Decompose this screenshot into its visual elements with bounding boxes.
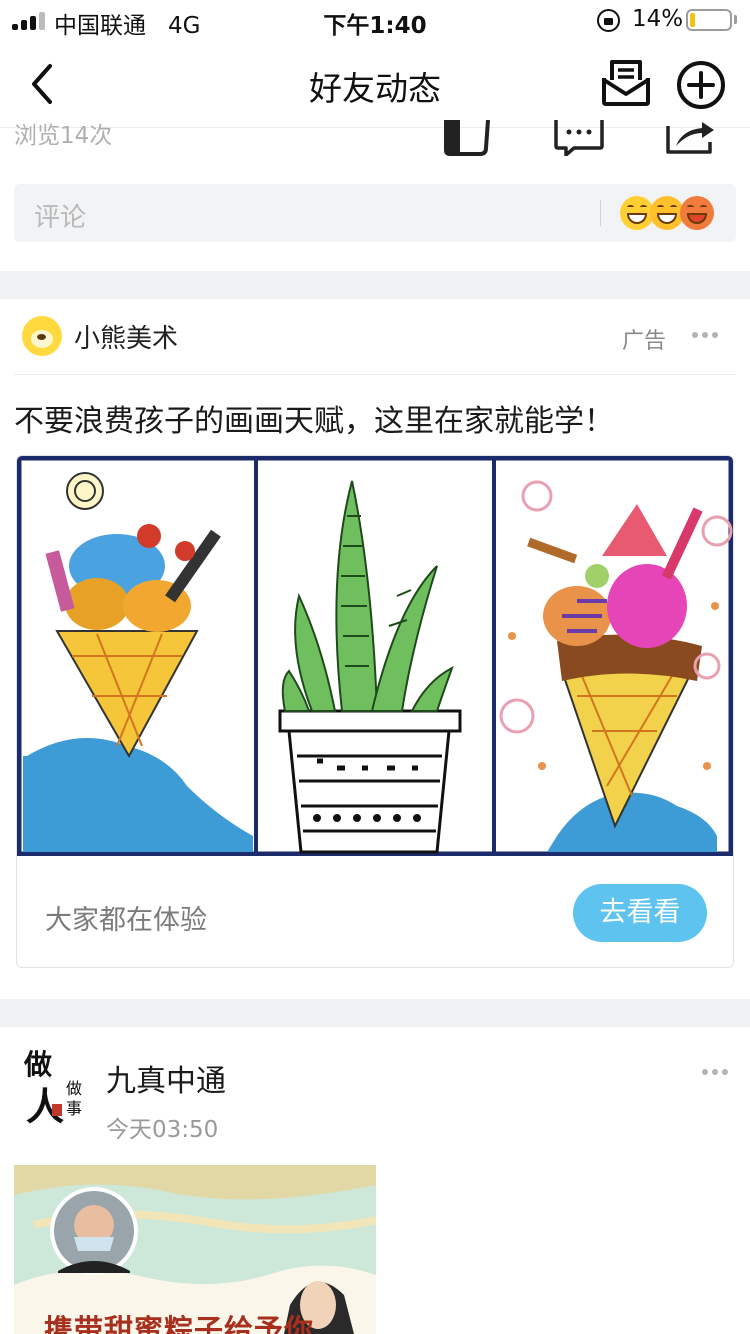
grin-emoji-icon[interactable] [620, 196, 654, 230]
ad-headline[interactable]: 不要浪费孩子的画画天赋，这里在家就能学！ [14, 396, 614, 440]
share-icon[interactable] [666, 120, 716, 156]
like-icon[interactable] [444, 120, 490, 156]
avatar-char: 做 [23, 1048, 52, 1081]
status-bar: 中国联通 4G 下午1:40 14% [0, 0, 750, 42]
add-post-button[interactable] [676, 60, 726, 110]
comment-placeholder: 评论 [34, 203, 87, 233]
comment-icon[interactable] [554, 120, 604, 156]
avatar-char: 做 [66, 1079, 82, 1098]
section-separator [0, 999, 750, 1027]
section-separator [0, 271, 750, 299]
advertiser-avatar[interactable] [22, 316, 62, 356]
advertiser-name[interactable]: 小熊美术 [74, 318, 178, 355]
post-image-caption: 携带甜蜜粽子给予你 [44, 1313, 315, 1334]
post-image[interactable]: 携带甜蜜粽子给予你 [14, 1165, 376, 1334]
ad-label: 广告 [622, 329, 667, 354]
comment-input[interactable]: 评论 [14, 184, 736, 242]
avatar-char: 事 [66, 1099, 82, 1118]
rotation-lock-icon [597, 9, 620, 32]
calligraphy-avatar-image: 做 人 做 事 [22, 1046, 86, 1129]
mail-icon [602, 60, 650, 106]
more-options-icon[interactable] [692, 331, 722, 339]
divider [14, 374, 736, 375]
nav-bar: 好友动态 [0, 42, 750, 128]
angry-emoji-icon[interactable] [680, 196, 714, 230]
add-circle-icon [677, 61, 725, 109]
battery-icon [686, 9, 732, 31]
more-options-icon[interactable] [702, 1068, 732, 1076]
ad-card[interactable]: 大家都在体验 去看看 [16, 455, 734, 968]
ad-cta-text: 大家都在体验 [45, 905, 207, 936]
ad-image-kids-drawings[interactable] [17, 456, 733, 856]
post-author-name[interactable]: 九真中通 [106, 1056, 226, 1100]
author-avatar[interactable]: 做 人 做 事 [22, 1046, 86, 1129]
battery-level-fill [690, 13, 695, 27]
divider [600, 200, 601, 226]
battery-percent: 14% [632, 6, 684, 32]
post-timestamp: 今天03:50 [106, 1117, 219, 1143]
messages-button[interactable] [600, 58, 652, 108]
battery-cap [734, 15, 737, 24]
ad-cta-button[interactable]: 去看看 [573, 884, 707, 942]
view-count: 浏览14次 [14, 123, 113, 149]
laugh-cry-emoji-icon[interactable] [650, 196, 684, 230]
